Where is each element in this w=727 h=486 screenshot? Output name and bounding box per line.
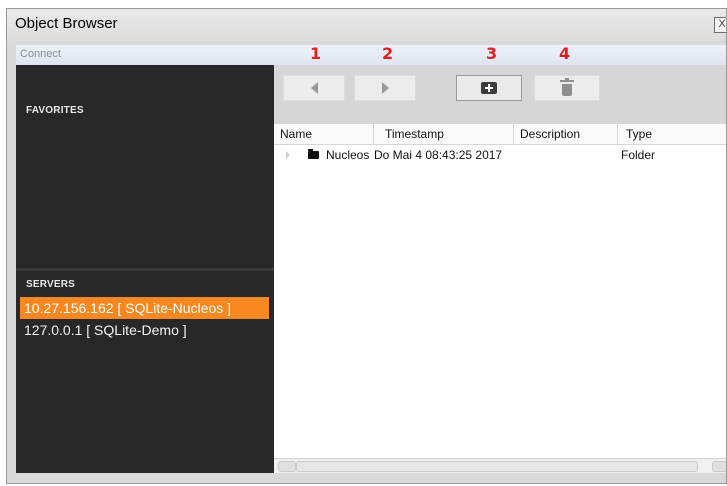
scroll-thumb[interactable] [296,461,698,472]
server-item-demo[interactable]: 127.0.0.1 [ SQLite-Demo ] [20,319,272,341]
menu-bar: Connect [16,45,726,66]
column-header-name[interactable]: Name [274,124,374,144]
column-header-description[interactable]: Description [514,124,618,144]
annotation-2: 2 [382,44,394,63]
horizontal-scrollbar[interactable] [274,458,726,473]
folder-icon [308,149,319,159]
delete-button[interactable] [534,75,600,101]
column-header-type[interactable]: Type [618,124,726,144]
content-panel: Name Timestamp Description Type Nucleos … [274,65,726,473]
servers-header: SERVERS [26,279,76,290]
annotation-3: 3 [486,44,498,63]
annotation-4: 4 [559,44,571,63]
window-title: Object Browser [15,15,118,32]
back-arrow-icon [310,82,318,94]
new-folder-button[interactable] [456,75,522,101]
new-folder-icon [481,82,497,94]
row-timestamp: Do Mai 4 08:43:25 2017 [374,148,503,162]
sidebar-divider[interactable] [16,268,274,271]
forward-arrow-icon [381,82,389,94]
expand-arrow-icon[interactable] [286,151,290,159]
column-header-timestamp[interactable]: Timestamp [374,124,514,144]
title-bar[interactable]: Object Browser X [7,9,726,41]
connect-menu-item[interactable]: Connect [20,48,61,60]
trash-icon [560,78,574,96]
server-item-nucleos[interactable]: 10.27.156.162 [ SQLite-Nucleos ] [20,297,269,319]
table-header: Name Timestamp Description Type [274,124,726,145]
forward-button[interactable] [354,75,416,101]
back-button[interactable] [283,75,345,101]
close-button[interactable]: X [714,17,726,33]
scroll-left-button[interactable] [278,461,296,472]
sidebar: FAVORITES SERVERS 10.27.156.162 [ SQLite… [16,65,274,473]
favorites-header: FAVORITES [26,105,84,116]
row-name: Nucleos [326,148,370,162]
table-row[interactable]: Nucleos Do Mai 4 08:43:25 2017 Folder [274,145,726,165]
annotation-1: 1 [310,44,322,63]
row-type: Folder [621,148,656,162]
scroll-right-button[interactable] [712,461,726,472]
object-browser-window: Object Browser X Connect FAVORITES SERVE… [6,8,727,484]
server-list: 10.27.156.162 [ SQLite-Nucleos ] 127.0.0… [20,297,272,341]
toolbar [274,65,726,124]
